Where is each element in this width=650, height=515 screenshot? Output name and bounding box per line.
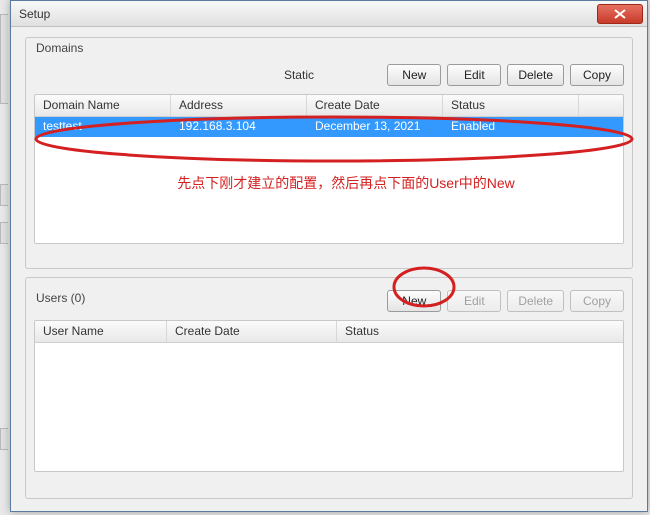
cell-domain-name: testtest bbox=[35, 117, 171, 137]
cell-status: Enabled bbox=[443, 117, 579, 137]
close-button[interactable] bbox=[597, 4, 643, 24]
domains-table-body[interactable]: testtest 192.168.3.104 December 13, 2021… bbox=[35, 117, 623, 243]
close-icon bbox=[614, 9, 626, 19]
col-domain-name[interactable]: Domain Name bbox=[35, 95, 171, 116]
col-user-name[interactable]: User Name bbox=[35, 321, 167, 342]
edge-tab bbox=[0, 222, 8, 244]
col-create-date[interactable]: Create Date bbox=[307, 95, 443, 116]
titlebar: Setup bbox=[11, 1, 647, 27]
domains-table: Domain Name Address Create Date Status t… bbox=[34, 94, 624, 244]
col-user-status[interactable]: Status bbox=[337, 321, 623, 342]
col-status[interactable]: Status bbox=[443, 95, 579, 116]
col-spacer bbox=[579, 95, 623, 116]
cell-create-date: December 13, 2021 bbox=[307, 117, 443, 137]
users-group: Users (0) New Edit Delete Copy User Name… bbox=[25, 277, 633, 499]
domains-group: Domains Static New Edit Delete Copy Doma… bbox=[25, 37, 633, 269]
users-table: User Name Create Date Status bbox=[34, 320, 624, 472]
domain-type-label: Static bbox=[211, 68, 388, 82]
domains-edit-button[interactable]: Edit bbox=[447, 64, 501, 86]
setup-window: Setup Domains Static New Edit Delete Cop… bbox=[10, 0, 648, 512]
users-table-body[interactable] bbox=[35, 343, 623, 471]
domains-delete-button[interactable]: Delete bbox=[507, 64, 564, 86]
domains-table-header: Domain Name Address Create Date Status bbox=[35, 95, 623, 117]
users-delete-button: Delete bbox=[507, 290, 564, 312]
edge-tab bbox=[0, 14, 8, 104]
users-new-button[interactable]: New bbox=[387, 290, 441, 312]
window-title: Setup bbox=[19, 7, 50, 21]
cell-address: 192.168.3.104 bbox=[171, 117, 307, 137]
users-edit-button: Edit bbox=[447, 290, 501, 312]
users-group-label: Users (0) bbox=[34, 291, 87, 305]
domains-new-button[interactable]: New bbox=[387, 64, 441, 86]
users-table-header: User Name Create Date Status bbox=[35, 321, 623, 343]
domains-copy-button[interactable]: Copy bbox=[570, 64, 624, 86]
users-copy-button: Copy bbox=[570, 290, 624, 312]
domains-group-label: Domains bbox=[34, 41, 624, 55]
col-user-create-date[interactable]: Create Date bbox=[167, 321, 337, 342]
col-address[interactable]: Address bbox=[171, 95, 307, 116]
edge-tab bbox=[0, 184, 8, 206]
table-row[interactable]: testtest 192.168.3.104 December 13, 2021… bbox=[35, 117, 623, 137]
domains-toolbar: Static New Edit Delete Copy bbox=[34, 64, 624, 86]
cell-spacer bbox=[579, 117, 623, 137]
edge-tab bbox=[0, 428, 8, 450]
content-area: Domains Static New Edit Delete Copy Doma… bbox=[11, 27, 647, 511]
users-toolbar: Users (0) New Edit Delete Copy bbox=[34, 290, 624, 312]
